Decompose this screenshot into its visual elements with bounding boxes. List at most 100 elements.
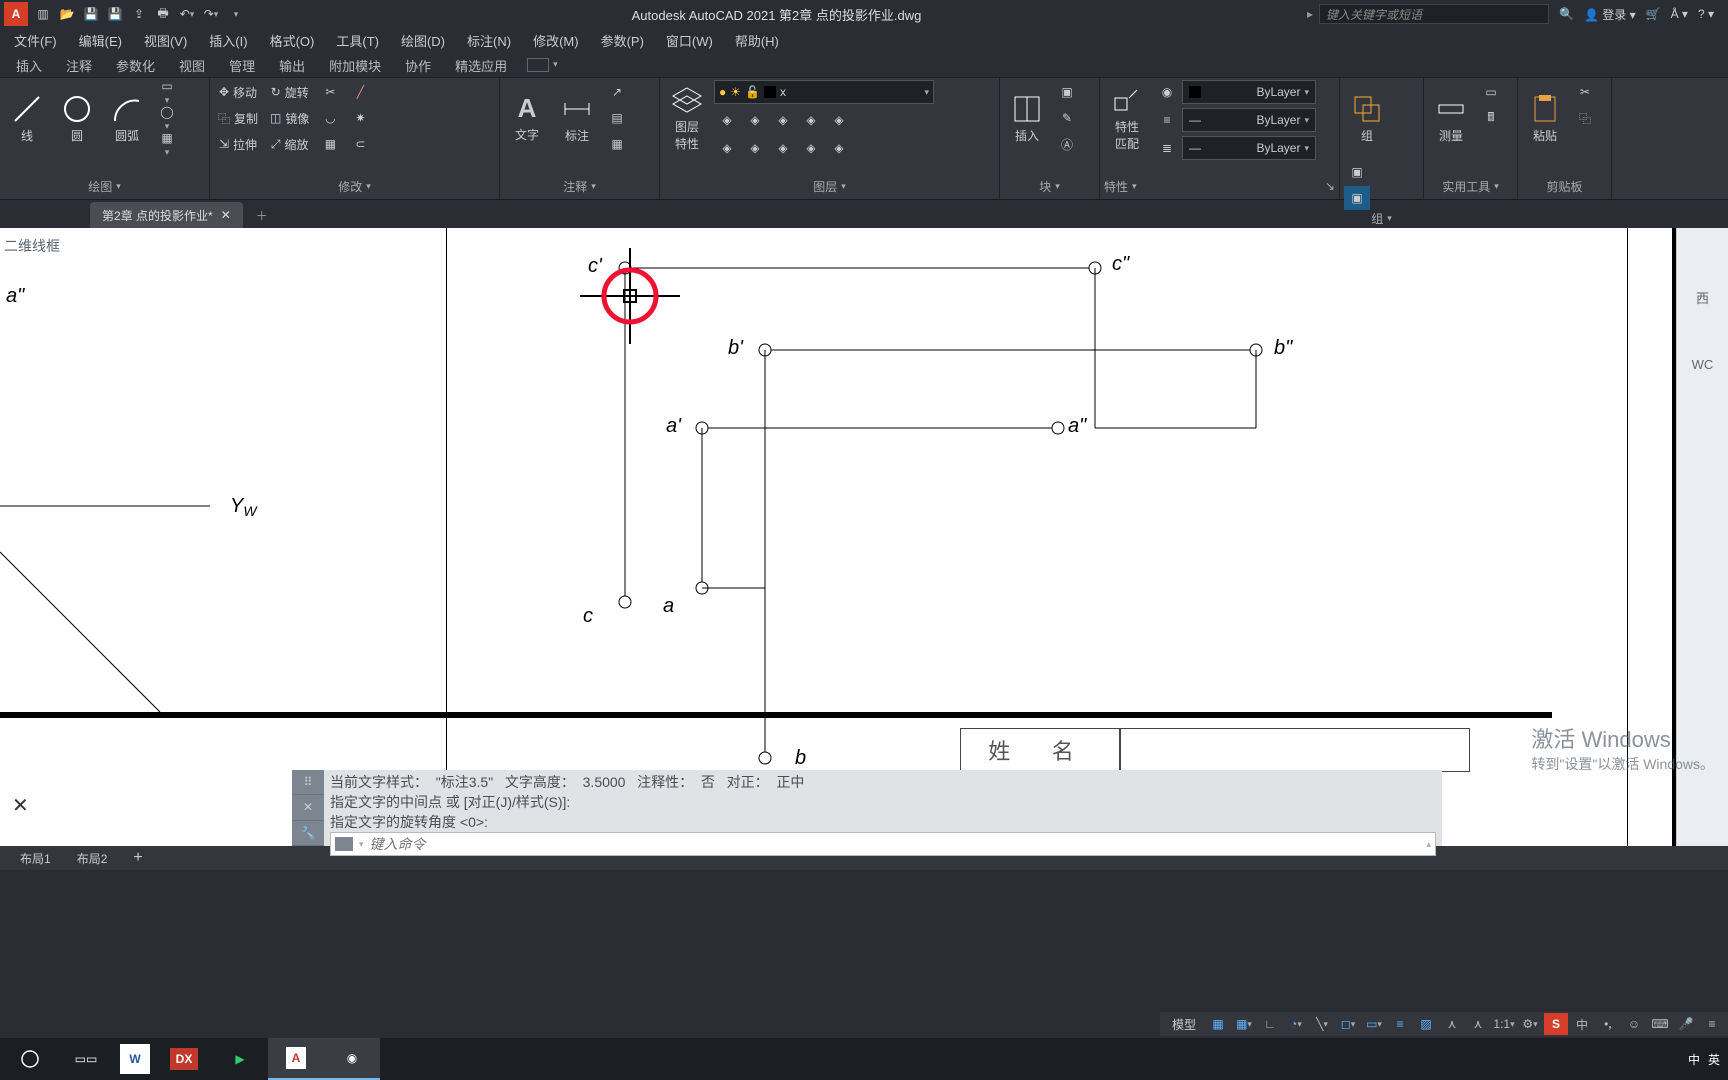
- qat-more-icon[interactable]: [224, 3, 246, 25]
- ime-sogou-icon[interactable]: S: [1544, 1013, 1568, 1035]
- taskbar-word-icon[interactable]: W: [120, 1044, 150, 1074]
- fillet-icon[interactable]: ◡: [317, 106, 343, 130]
- tray-en[interactable]: 英: [1708, 1051, 1720, 1068]
- layer-props-button[interactable]: 图层 特性: [664, 80, 710, 156]
- tab-annotate[interactable]: 注释: [54, 52, 104, 77]
- taskbar-autocad-icon[interactable]: A: [268, 1038, 324, 1080]
- close-tab-icon[interactable]: ✕: [221, 208, 231, 222]
- tab-output[interactable]: 输出: [267, 52, 317, 77]
- menu-help[interactable]: 帮助(H): [725, 28, 789, 52]
- layer-b2-icon[interactable]: ◈: [742, 136, 768, 160]
- tab-insert[interactable]: 插入: [4, 52, 54, 77]
- qat-open-icon[interactable]: 📂: [56, 3, 78, 25]
- status-model-button[interactable]: 模型: [1164, 1016, 1204, 1033]
- qat-plot-icon[interactable]: 🖶: [152, 3, 174, 25]
- insert-block-button[interactable]: 插入: [1004, 80, 1050, 156]
- customize-icon[interactable]: ≡: [1700, 1013, 1724, 1035]
- menu-tools[interactable]: 工具(T): [326, 28, 389, 52]
- linetype-dropdown[interactable]: —ByLayer▾: [1182, 136, 1316, 160]
- taskbar-camera-icon[interactable]: ◉: [324, 1038, 380, 1080]
- user-icon[interactable]: 👤 登录 ▾: [1584, 6, 1636, 23]
- taskview-icon[interactable]: ▭▭: [58, 1038, 114, 1080]
- layer-freeze-icon[interactable]: ◈: [770, 108, 796, 132]
- tab-param[interactable]: 参数化: [104, 52, 167, 77]
- transparency-icon[interactable]: ▨: [1414, 1013, 1438, 1035]
- snap-icon[interactable]: ▦▾: [1232, 1013, 1256, 1035]
- menu-param[interactable]: 参数(P): [591, 28, 654, 52]
- menu-dim[interactable]: 标注(N): [457, 28, 521, 52]
- hatch-icon[interactable]: ▦▾: [154, 132, 180, 156]
- qat-save-icon[interactable]: 💾: [80, 3, 102, 25]
- cut-icon[interactable]: ✂: [1572, 80, 1598, 104]
- otrack-icon[interactable]: ▭▾: [1362, 1013, 1386, 1035]
- cmd-close-icon[interactable]: ✕: [292, 795, 324, 820]
- tab-collab[interactable]: 协作: [393, 52, 443, 77]
- layer-lock2-icon[interactable]: ◈: [798, 108, 824, 132]
- layer-off-icon[interactable]: ◈: [742, 108, 768, 132]
- polar-icon[interactable]: ◔▾: [1284, 1013, 1308, 1035]
- right-pal-item2[interactable]: WC: [1692, 357, 1714, 372]
- cmd-scroll-icon[interactable]: ▴: [1426, 839, 1431, 850]
- block-attr-icon[interactable]: Ⓐ: [1054, 132, 1080, 156]
- help-icon[interactable]: ? ▾: [1698, 7, 1714, 21]
- copy-button[interactable]: ⿻ 复制: [214, 106, 262, 130]
- ellipse-icon[interactable]: ◯▾: [154, 106, 180, 130]
- layer-b1-icon[interactable]: ◈: [714, 136, 740, 160]
- move-button[interactable]: ✥ 移动: [214, 80, 262, 104]
- polyline-button[interactable]: 圆: [54, 80, 100, 156]
- line-button[interactable]: 线: [4, 80, 50, 156]
- anno-more-icon[interactable]: ▦: [604, 132, 630, 156]
- search-icon[interactable]: 🔍: [1559, 7, 1574, 21]
- mirror-button[interactable]: ◫ 镜像: [266, 106, 313, 130]
- menu-insert[interactable]: 插入(I): [199, 28, 257, 52]
- table-icon[interactable]: ▤: [604, 106, 630, 130]
- menu-format[interactable]: 格式(O): [260, 28, 325, 52]
- menu-modify[interactable]: 修改(M): [523, 28, 589, 52]
- ime-mic-icon[interactable]: 🎤: [1674, 1013, 1698, 1035]
- anno-scale-icon[interactable]: ⋏: [1466, 1013, 1490, 1035]
- sc-icon[interactable]: ⋏: [1440, 1013, 1464, 1035]
- qat-saveas-icon[interactable]: 💾: [104, 3, 126, 25]
- stretch-button[interactable]: ⇲ 拉伸: [214, 132, 262, 156]
- ime-punct-icon[interactable]: •ꓹ: [1596, 1013, 1620, 1035]
- lwt-icon[interactable]: ≡: [1388, 1013, 1412, 1035]
- tab-addin[interactable]: 附加模块: [317, 52, 393, 77]
- qat-redo-icon[interactable]: ↷▾: [200, 3, 222, 25]
- cmd-grip-icon[interactable]: ⠿: [292, 770, 324, 795]
- calc-icon[interactable]: 🖩: [1478, 106, 1504, 130]
- cart-icon[interactable]: 🛒: [1646, 7, 1661, 21]
- ws-switch-icon[interactable]: ⚙▾: [1518, 1013, 1542, 1035]
- tab-featured[interactable]: 精选应用: [443, 52, 519, 77]
- layout-tab-2[interactable]: 布局2: [65, 847, 120, 870]
- scale-button[interactable]: ⤢ 缩放: [266, 132, 313, 156]
- menu-edit[interactable]: 编辑(E): [69, 28, 132, 52]
- color-dropdown[interactable]: ByLayer▾: [1182, 80, 1316, 104]
- erase-icon[interactable]: ╱: [347, 80, 373, 104]
- qat-undo-icon[interactable]: ↶▾: [176, 3, 198, 25]
- isodraft-icon[interactable]: ╲▾: [1310, 1013, 1334, 1035]
- trim-icon[interactable]: ✂: [317, 80, 343, 104]
- scale-label[interactable]: 1:1▾: [1492, 1013, 1516, 1035]
- ortho-icon[interactable]: ∟: [1258, 1013, 1282, 1035]
- tab-manage[interactable]: 管理: [217, 52, 267, 77]
- paste-button[interactable]: 粘贴: [1522, 80, 1568, 156]
- block-create-icon[interactable]: ▣: [1054, 80, 1080, 104]
- layer-match-icon[interactable]: ◈: [826, 108, 852, 132]
- app-menu-icon[interactable]: A: [4, 2, 28, 26]
- taskbar-media-icon[interactable]: ▶: [212, 1038, 268, 1080]
- layer-b3-icon[interactable]: ◈: [770, 136, 796, 160]
- add-doc-tab-button[interactable]: ＋: [249, 202, 275, 228]
- start-button[interactable]: [2, 1038, 58, 1080]
- doc-tab-active[interactable]: 第2章 点的投影作业*✕: [90, 202, 243, 228]
- osnap-icon[interactable]: ◻▾: [1336, 1013, 1360, 1035]
- offset-icon[interactable]: ⊂: [347, 132, 373, 156]
- dimension-button[interactable]: 标注: [554, 80, 600, 156]
- taskbar-dx-icon[interactable]: DX: [156, 1038, 212, 1080]
- leader-icon[interactable]: ↗: [604, 80, 630, 104]
- lineweight-dropdown[interactable]: —ByLayer▾: [1182, 108, 1316, 132]
- ime-keyboard-icon[interactable]: ⌨: [1648, 1013, 1672, 1035]
- group-edit-icon[interactable]: ▣: [1344, 186, 1370, 210]
- lineweight-icon[interactable]: ≡: [1154, 108, 1180, 132]
- cmd-wrench-icon[interactable]: 🔧: [292, 821, 324, 846]
- menu-draw[interactable]: 绘图(D): [391, 28, 455, 52]
